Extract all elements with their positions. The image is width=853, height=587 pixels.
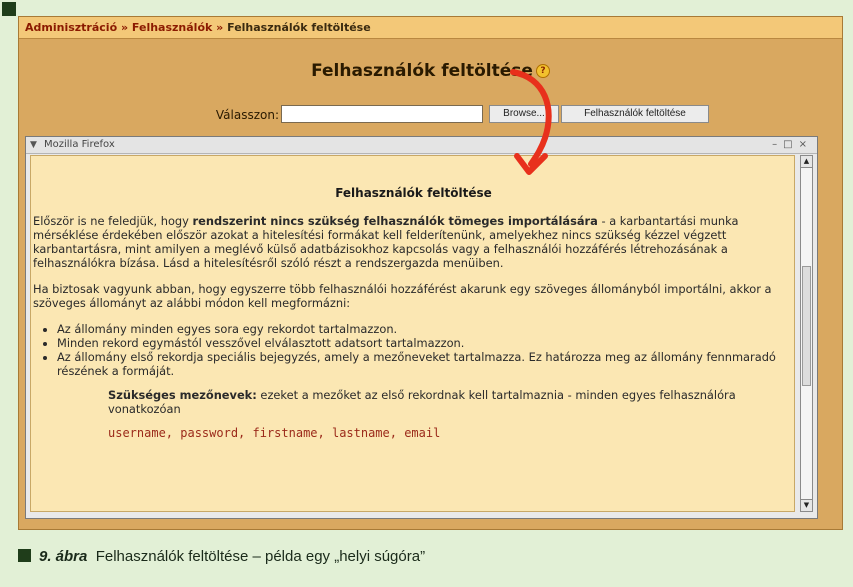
fields-code-sample: username, password, firstname, lastname,… xyxy=(108,426,441,440)
help-body: Először is ne feledjük, hogy rendszerint… xyxy=(33,214,783,440)
caption-square-icon xyxy=(18,549,31,562)
file-path-input[interactable] xyxy=(281,105,483,123)
breadcrumb-users[interactable]: Felhasználók xyxy=(132,21,212,34)
required-fields-note: Szükséges mezőnevek: ezeket a mezőket az… xyxy=(108,388,783,416)
breadcrumb-administration[interactable]: Adminisztráció xyxy=(25,21,117,34)
scroll-thumb[interactable] xyxy=(802,266,811,386)
upload-users-button[interactable]: Felhasználók feltöltése xyxy=(561,105,709,123)
page-title: Felhasználók feltöltése? xyxy=(19,61,842,81)
window-controls: –□× xyxy=(772,137,813,153)
list-item: Minden rekord egymástól vesszővel elvála… xyxy=(57,336,783,350)
help-content: Felhasználók feltöltése Először is ne fe… xyxy=(30,155,795,512)
format-rules-list: Az állomány minden egyes sora egy rekord… xyxy=(33,322,783,378)
file-label: Válasszon: xyxy=(215,108,279,122)
breadcrumb-separator: » xyxy=(216,21,224,34)
breadcrumb-separator: » xyxy=(120,21,129,34)
corner-square xyxy=(2,2,16,16)
page-title-text: Felhasználók feltöltése xyxy=(311,61,533,81)
scroll-down-arrow-icon[interactable]: ▼ xyxy=(801,499,812,511)
breadcrumb-current: Felhasználók feltöltése xyxy=(227,21,371,34)
close-icon[interactable]: × xyxy=(799,139,813,150)
firefox-help-window: ▼ Mozilla Firefox –□× Felhasználók feltö… xyxy=(25,136,818,519)
caption-text: Felhasználók feltöltése – példa egy „hel… xyxy=(95,548,426,565)
breadcrumb: Adminisztráció » Felhasználók » Felhaszn… xyxy=(19,17,842,39)
help-text: Először is ne feledjük, hogy xyxy=(33,214,193,228)
minimize-icon[interactable]: – xyxy=(772,139,783,150)
scroll-up-arrow-icon[interactable]: ▲ xyxy=(801,156,812,168)
window-title: Mozilla Firefox xyxy=(44,139,115,150)
figure-number: 9. ábra xyxy=(39,548,88,565)
list-item: Az állomány első rekordja speciális beje… xyxy=(57,350,783,378)
vertical-scrollbar[interactable]: ▲ ▼ xyxy=(800,155,813,512)
help-paragraph-1: Először is ne feledjük, hogy rendszerint… xyxy=(33,214,783,270)
required-fields-label: Szükséges mezőnevek: xyxy=(108,388,257,402)
maximize-icon[interactable]: □ xyxy=(783,139,798,150)
help-paragraph-2: Ha biztosak vagyunk abban, hogy egyszerr… xyxy=(33,282,772,310)
help-text-bold: rendszerint nincs szükség felhasználók t… xyxy=(192,214,598,228)
help-title: Felhasználók feltöltése xyxy=(335,186,492,200)
window-titlebar[interactable]: ▼ Mozilla Firefox –□× xyxy=(26,137,817,154)
window-menu-chevron-icon[interactable]: ▼ xyxy=(30,137,37,153)
red-pointer-arrow-icon xyxy=(510,69,552,175)
figure-caption: 9. ábra Felhasználók feltöltése – példa … xyxy=(18,548,425,565)
list-item: Az állomány minden egyes sora egy rekord… xyxy=(57,322,783,336)
